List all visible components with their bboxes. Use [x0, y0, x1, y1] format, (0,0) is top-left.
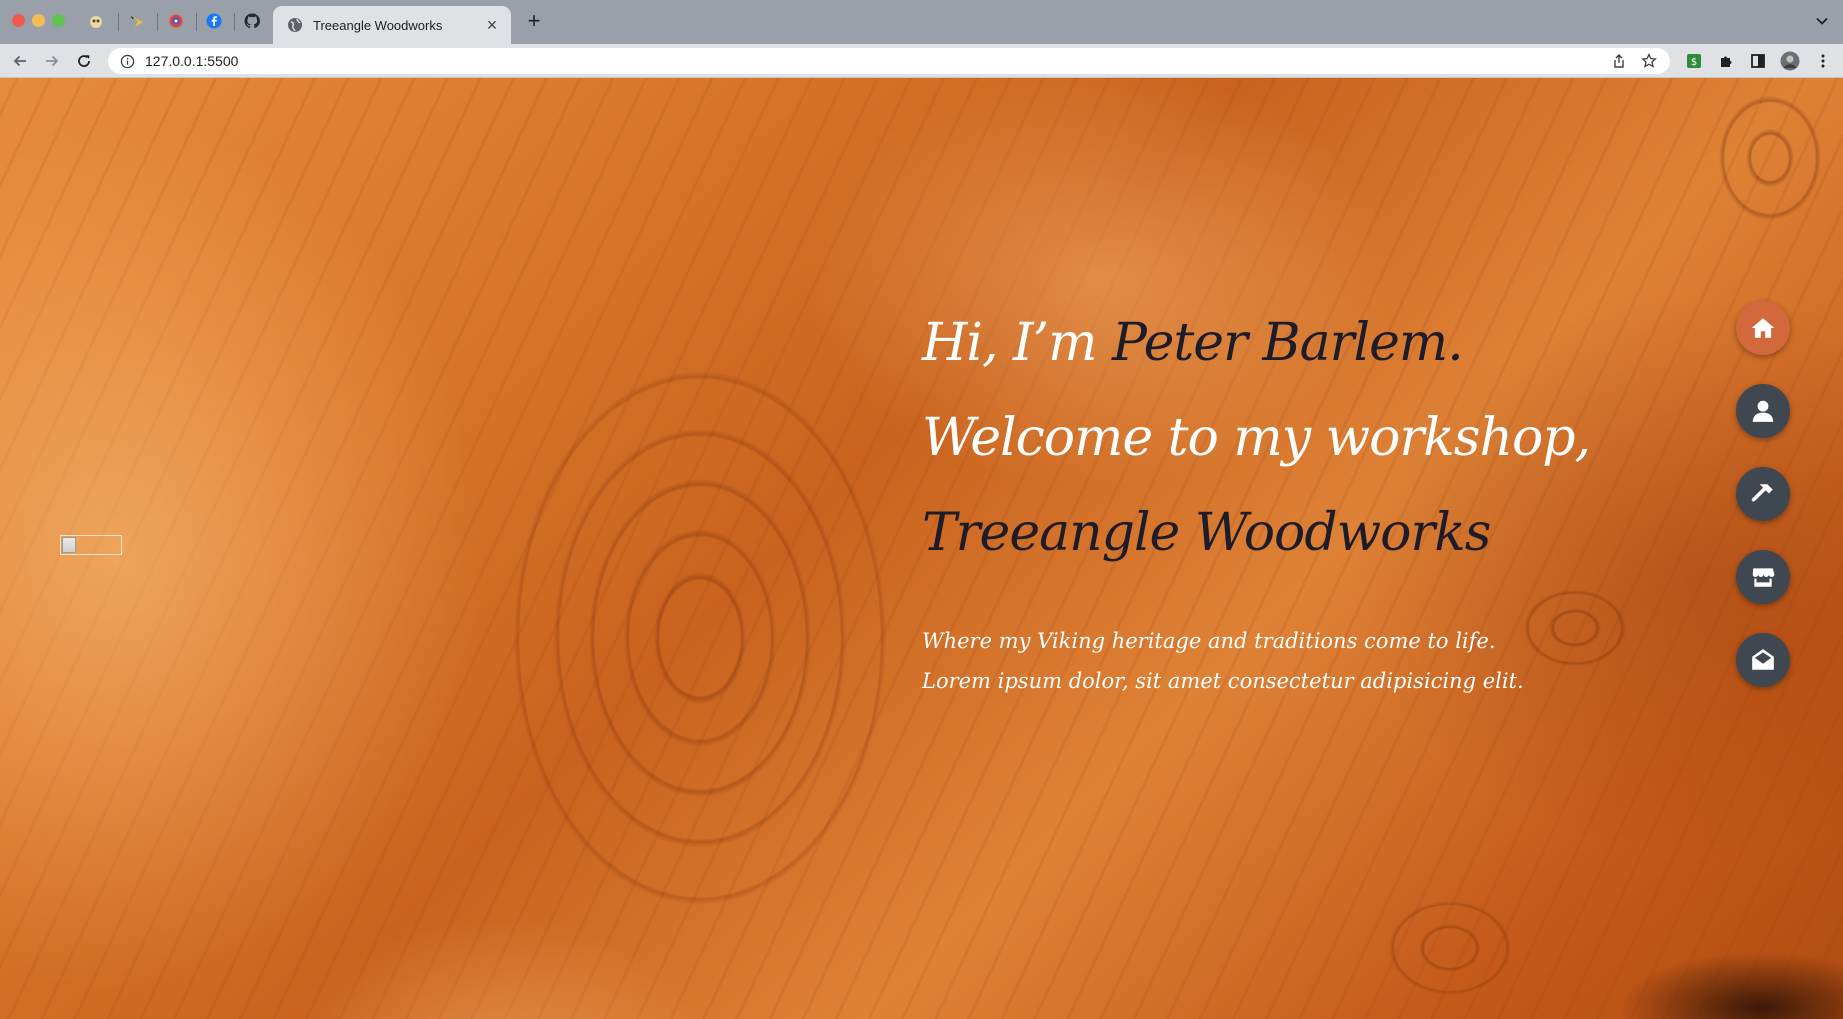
hero-brand-text: Treeangle Woodworks: [922, 503, 1491, 563]
reload-icon[interactable]: [73, 50, 95, 72]
nav-home-button[interactable]: [1736, 301, 1790, 355]
nav-about-button[interactable]: [1736, 384, 1790, 438]
svg-text:$: $: [1691, 57, 1697, 68]
hero-greeting-hi: Hi, I’m: [922, 313, 1112, 373]
tab-separator: [234, 13, 235, 31]
tab-treeangle-woodworks[interactable]: Treeangle Woodworks ×: [273, 6, 511, 44]
maximize-window-button[interactable]: [52, 14, 65, 27]
address-bar[interactable]: 127.0.0.1:5500: [108, 48, 1670, 74]
extensions-puzzle-icon[interactable]: [1716, 51, 1736, 71]
tab-search-chevron-icon[interactable]: [1815, 14, 1829, 28]
forward-arrow-icon[interactable]: [41, 50, 63, 72]
browser-toolbar: 127.0.0.1:5500 $: [0, 44, 1843, 78]
nav-work-button[interactable]: [1736, 467, 1790, 521]
globe-icon: [288, 18, 302, 32]
side-panel-icon[interactable]: [1748, 51, 1768, 71]
hero-subtitle-line-2: Lorem ipsum dolor, sit amet consectetur …: [922, 669, 1524, 693]
bookmark-star-icon[interactable]: [1640, 52, 1658, 70]
tab-separator: [196, 13, 197, 31]
user-icon: [1752, 400, 1774, 422]
hero-greeting: Hi, I’m Peter Barlem.: [922, 296, 1622, 391]
minimize-window-button[interactable]: [32, 14, 45, 27]
hero-subtitle: Where my Viking heritage and traditions …: [922, 621, 1622, 701]
ring-favicon-icon[interactable]: [166, 11, 186, 31]
hero-welcome: Welcome to my workshop,: [922, 391, 1622, 486]
extension-money-icon[interactable]: $: [1684, 51, 1704, 71]
pikachu-favicon-icon[interactable]: [127, 11, 147, 31]
hero-name: Peter Barlem.: [1111, 313, 1464, 373]
github-icon[interactable]: [242, 11, 262, 31]
close-tab-icon[interactable]: ×: [483, 16, 501, 34]
browser-tab-bar: Treeangle Woodworks × +: [0, 0, 1843, 44]
broken-image-icon: [60, 535, 122, 555]
facebook-icon[interactable]: [204, 11, 224, 31]
page-background-wood: Hi, I’m Peter Barlem. Welcome to my work…: [0, 78, 1843, 1019]
share-icon[interactable]: [1610, 52, 1628, 70]
home-icon: [1751, 318, 1775, 338]
browser-menu-kebab-icon[interactable]: [1813, 51, 1833, 71]
url-text[interactable]: 127.0.0.1:5500: [145, 53, 1610, 69]
new-tab-button[interactable]: +: [523, 10, 545, 33]
site-info-icon[interactable]: [120, 54, 135, 69]
tab-separator: [118, 13, 119, 31]
hero-welcome-text: Welcome to my workshop,: [922, 408, 1591, 468]
close-window-button[interactable]: [12, 14, 25, 27]
owl-favicon-icon[interactable]: [86, 11, 106, 31]
hero-section: Hi, I’m Peter Barlem. Welcome to my work…: [922, 296, 1622, 701]
hammer-icon: [1751, 484, 1773, 502]
back-arrow-icon[interactable]: [9, 50, 31, 72]
nav-shop-button[interactable]: [1736, 550, 1790, 604]
nav-contact-button[interactable]: [1736, 633, 1790, 687]
side-navigation: [1736, 301, 1790, 716]
profile-avatar[interactable]: [1780, 51, 1800, 71]
hero-subtitle-line-1: Where my Viking heritage and traditions …: [922, 629, 1496, 653]
store-icon: [1752, 568, 1775, 587]
hero-brand: Treeangle Woodworks: [922, 486, 1622, 581]
tab-title: Treeangle Woodworks: [313, 17, 443, 33]
tab-separator: [157, 13, 158, 31]
envelope-open-icon: [1752, 649, 1774, 670]
